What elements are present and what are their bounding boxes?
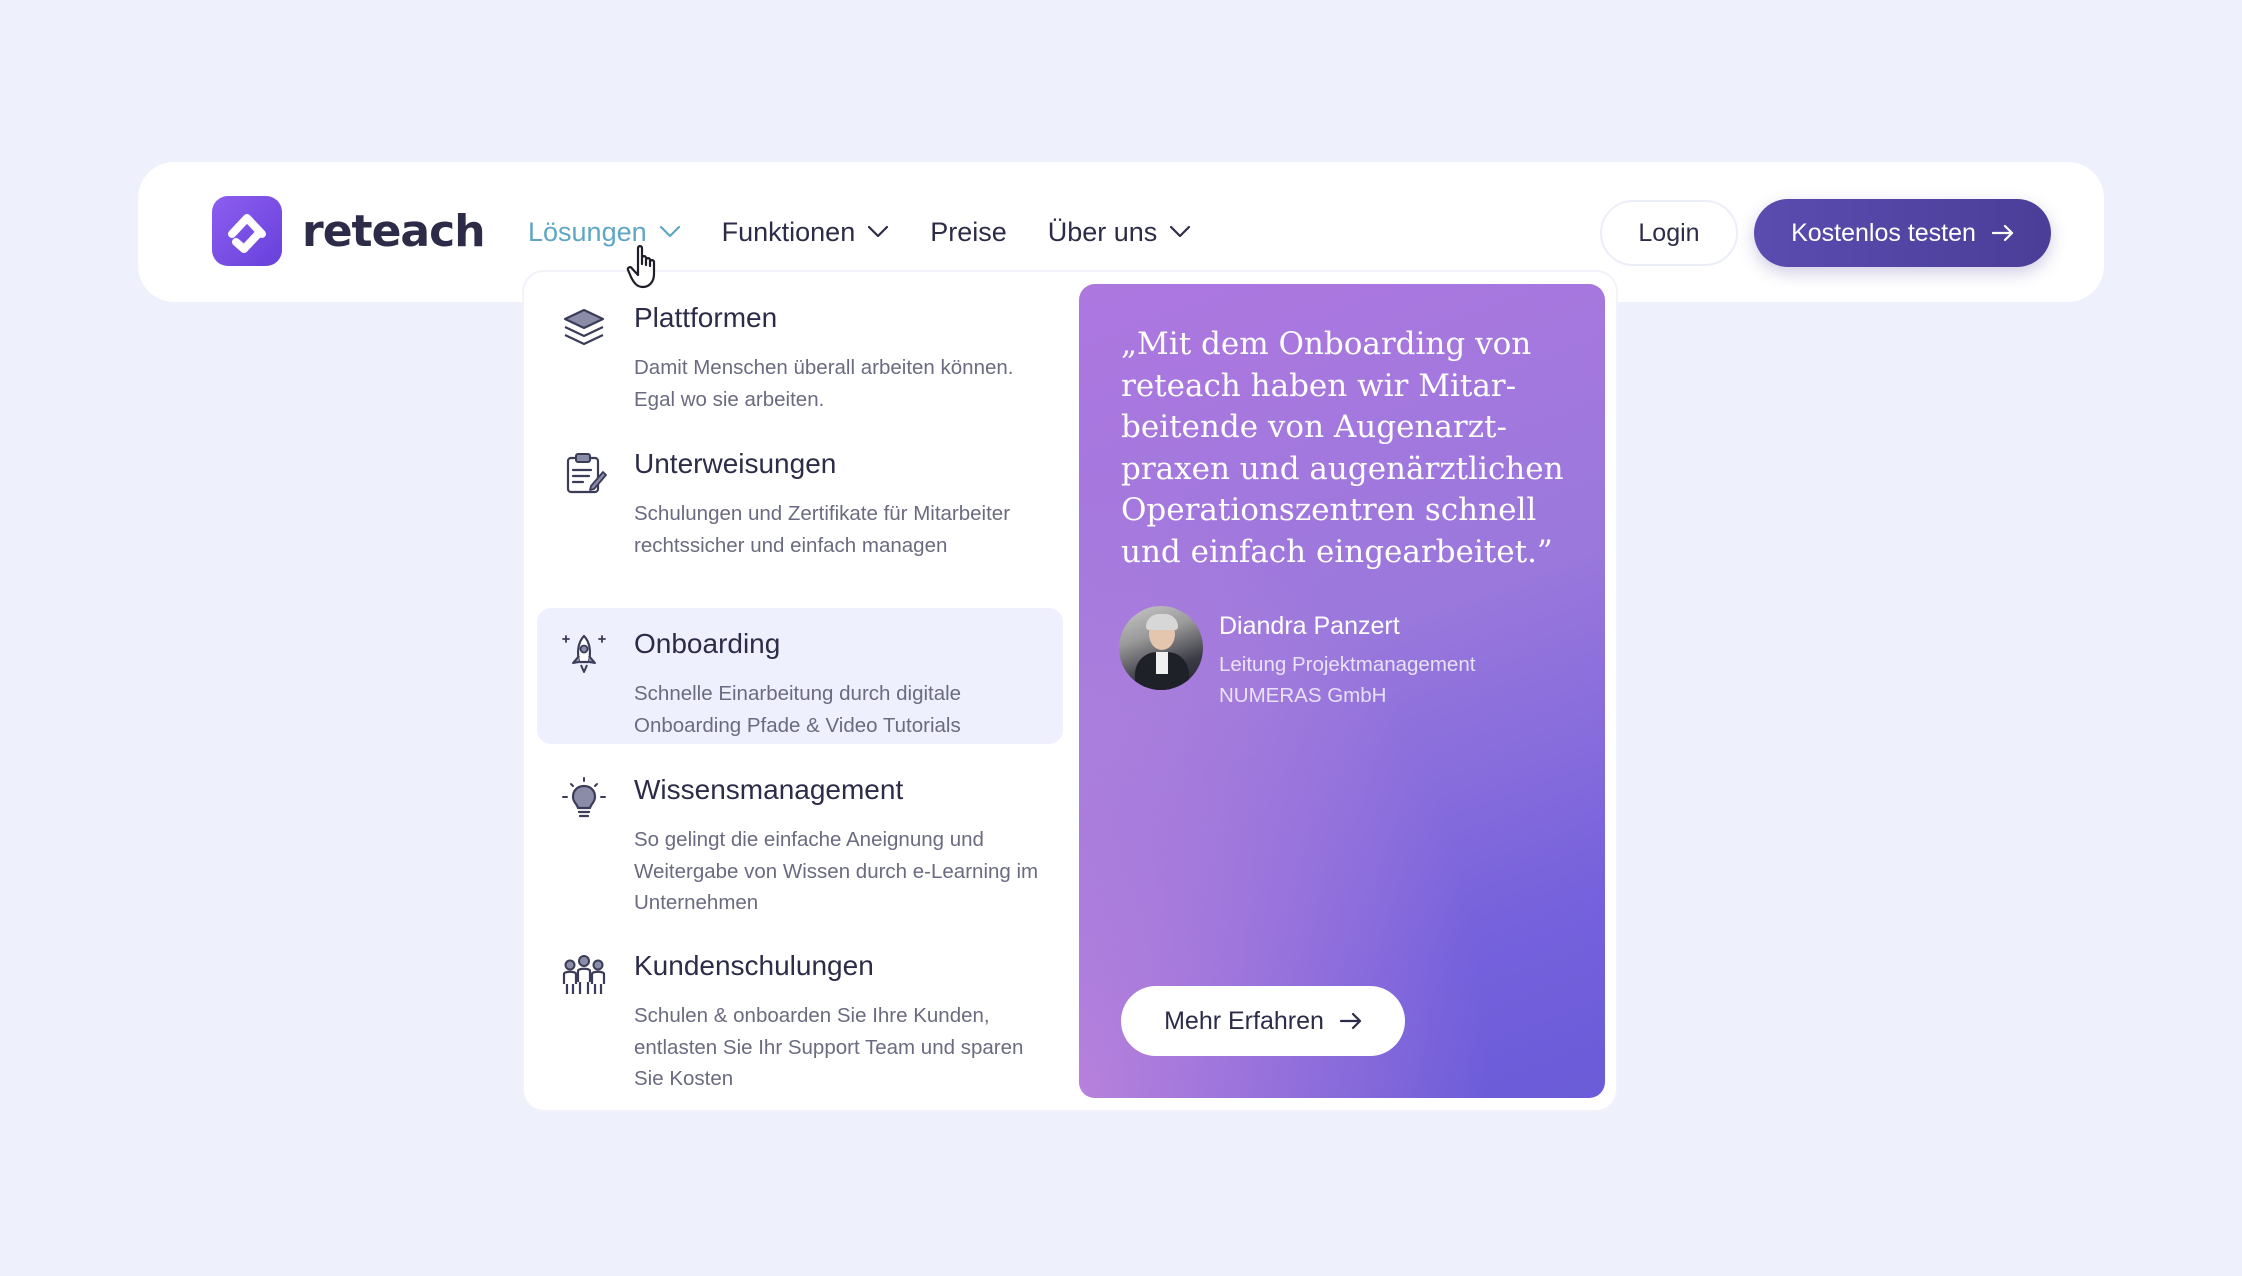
testimonial-quote: „Mit dem Onboarding von reteach haben wi… — [1121, 326, 1564, 570]
arrow-right-icon — [1339, 1012, 1361, 1030]
chevron-down-icon — [659, 225, 680, 238]
menu-item-wissensmanagement[interactable]: Wissensmanagement So gelingt die einfach… — [537, 754, 1063, 922]
rocket-icon — [562, 634, 606, 673]
testimonial-card: „Mit dem Onboarding von reteach haben wi… — [1079, 284, 1605, 1098]
nav-item-label: Über uns — [1047, 216, 1158, 247]
lightbulb-icon — [562, 777, 606, 818]
login-button[interactable]: Login — [1600, 200, 1738, 266]
menu-item-description: Schulen & onboarden Sie Ihre Kunden, ent… — [634, 1004, 1024, 1090]
menu-item-title: Wissensmanagement — [634, 774, 904, 805]
reteach-logo-icon — [212, 196, 282, 266]
menu-item-description: Schnelle Einarbeitung durch digitale Onb… — [634, 682, 962, 737]
menu-item-title: Onboarding — [634, 628, 781, 659]
author-info: Diandra Panzert Leitung Projektmanagemen… — [1219, 606, 1475, 711]
chevron-down-icon — [1170, 225, 1191, 238]
menu-item-title: Plattformen — [634, 302, 778, 333]
menu-item-onboarding[interactable]: Onboarding Schnelle Einarbeitung durch d… — [537, 608, 1063, 744]
arrow-right-icon — [1991, 224, 2014, 242]
brand-name: reteach — [302, 205, 486, 257]
loesungen-dropdown-menu: Plattformen Damit Menschen überall arbei… — [522, 270, 1618, 1112]
nav-item-label: Lösungen — [528, 216, 647, 247]
free-trial-label: Kostenlos testen — [1791, 218, 1976, 247]
menu-item-kundenschulungen[interactable]: Kundenschulungen Schulen & onboarden Sie… — [537, 930, 1063, 1098]
nav-item-funktionen[interactable]: Funktionen — [722, 217, 890, 248]
layers-icon — [563, 308, 605, 346]
menu-item-description: Schulungen und Zertifikate für Mitarbeit… — [634, 502, 1011, 557]
menu-item-plattformen[interactable]: Plattformen Damit Menschen überall arbei… — [537, 282, 1063, 418]
menu-item-description: So gelingt die einfache Aneignung und We… — [634, 828, 1039, 914]
menu-item-description: Damit Menschen überall arbeiten können. … — [634, 356, 1014, 411]
author-name: Diandra Panzert — [1219, 612, 1400, 640]
nav-item-preise[interactable]: Preise — [930, 217, 1007, 248]
testimonial-author: Diandra Panzert Leitung Projektmanagemen… — [1119, 606, 1475, 711]
chevron-down-icon — [868, 225, 889, 238]
nav-item-label: Funktionen — [721, 216, 856, 247]
nav-item-label: Preise — [930, 216, 1007, 247]
menu-item-title: Unterweisungen — [634, 448, 837, 479]
nav-item-loesungen[interactable]: Lösungen — [528, 217, 681, 248]
author-company: NUMERAS GmbH — [1219, 684, 1387, 707]
learn-more-button[interactable]: Mehr Erfahren — [1121, 986, 1405, 1056]
hand-pointer-cursor-icon — [626, 245, 656, 289]
menu-item-title: Kundenschulungen — [634, 950, 874, 981]
brand-logo[interactable]: reteach — [212, 196, 486, 266]
author-role: Leitung Projektmanagement — [1219, 653, 1476, 676]
learn-more-label: Mehr Erfahren — [1164, 1006, 1324, 1035]
nav-item-ueber-uns[interactable]: Über uns — [1048, 217, 1192, 248]
menu-item-unterweisungen[interactable]: Unterweisungen Schulungen und Zertifikat… — [537, 428, 1063, 596]
clipboard-icon — [566, 453, 607, 494]
free-trial-button[interactable]: Kostenlos testen — [1754, 199, 2051, 267]
people-group-icon — [562, 955, 606, 994]
avatar — [1119, 606, 1203, 690]
